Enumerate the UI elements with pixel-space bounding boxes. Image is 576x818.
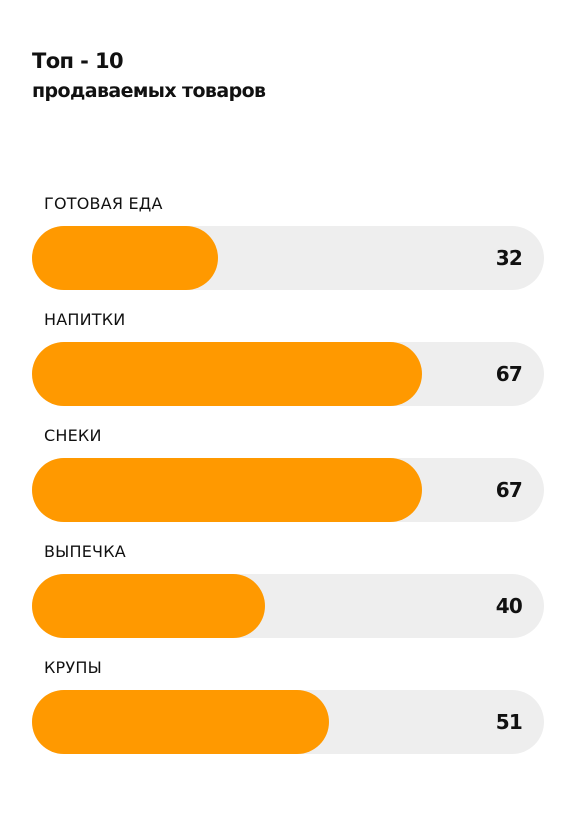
category-label: ГОТОВАЯ ЕДА: [44, 194, 163, 213]
value-label: 40: [495, 594, 523, 618]
value-label: 67: [495, 478, 523, 502]
bar: [32, 690, 329, 754]
bar-track: 32: [32, 226, 544, 290]
bar-track: 67: [32, 458, 544, 522]
bar-chart: ГОТОВАЯ ЕДА 32 НАПИТКИ 67 СНЕКИ 67 ВЫПЕЧКА 40 КР…: [32, 0, 544, 818]
value-label: 67: [495, 362, 523, 386]
bar-track: 40: [32, 574, 544, 638]
category-label: СНЕКИ: [44, 426, 102, 445]
bar-track: 67: [32, 342, 544, 406]
value-label: 32: [495, 246, 523, 270]
bar: [32, 458, 422, 522]
category-label: НАПИТКИ: [44, 310, 126, 329]
value-label: 51: [495, 710, 523, 734]
category-label: КРУПЫ: [44, 658, 102, 677]
bar: [32, 574, 265, 638]
category-label: ВЫПЕЧКА: [44, 542, 126, 561]
bar: [32, 342, 422, 406]
bar-track: 51: [32, 690, 544, 754]
bar: [32, 226, 219, 290]
